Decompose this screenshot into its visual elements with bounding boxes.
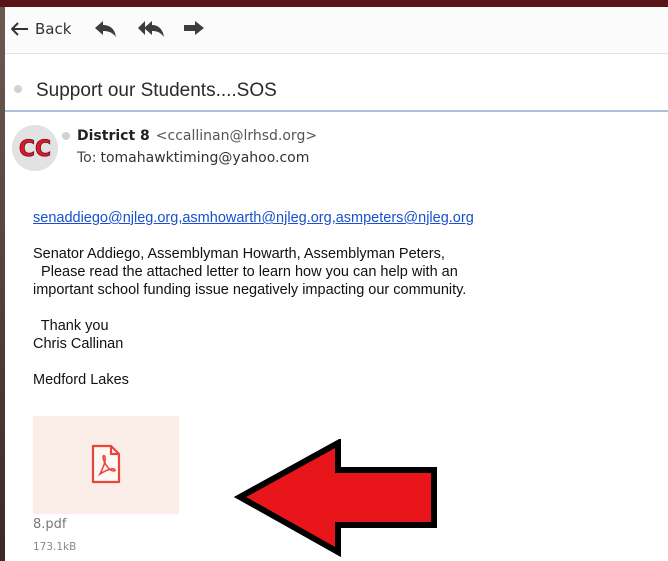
mail-toolbar: Back (5, 7, 668, 54)
cc-logo-icon: CC (12, 125, 58, 171)
back-label: Back (35, 20, 72, 38)
email-link-howarth[interactable]: asmhowarth@njleg.org (182, 210, 331, 226)
arrow-left-icon (11, 22, 29, 36)
email-link-peters[interactable]: asmpeters@njleg.org (336, 210, 474, 226)
sender-line: District 8 <ccallinan@lrhsd.org> (77, 128, 317, 144)
attachment-name[interactable]: 8.pdf (33, 517, 66, 532)
body-line-2: important school funding issue negativel… (33, 282, 467, 298)
body-line-1: Please read the attached letter to learn… (33, 264, 458, 280)
signature: Chris Callinan (33, 336, 124, 352)
subject-row: Support our Students....SOS (5, 54, 668, 112)
recipient-line: To: tomahawktiming@yahoo.com (77, 150, 309, 166)
location: Medford Lakes (33, 372, 129, 388)
attachment-tile[interactable] (33, 416, 179, 514)
email-link-addiego[interactable]: senaddiego@njleg.org (33, 210, 178, 226)
mail-window: Back Support our Students....SOS CC Dist… (5, 7, 668, 561)
sender-email[interactable]: <ccallinan@lrhsd.org> (156, 128, 317, 144)
avatar[interactable]: CC (12, 125, 58, 171)
attachment-size: 173.1kB (33, 541, 77, 553)
sender-name[interactable]: District 8 (77, 128, 150, 144)
email-subject: Support our Students....SOS (36, 80, 277, 101)
sender-dot (62, 132, 70, 140)
greeting: Senator Addiego, Assemblyman Howarth, As… (33, 246, 445, 262)
back-button[interactable]: Back (11, 17, 71, 41)
reply-icon[interactable] (93, 19, 119, 39)
red-arrow-icon (234, 439, 437, 557)
pdf-icon (91, 444, 121, 484)
email-body: senaddiego@njleg.org,asmhowarth@njleg.or… (33, 209, 653, 389)
unread-dot (14, 85, 22, 93)
reply-all-icon[interactable] (137, 19, 164, 39)
closing: Thank you (33, 318, 109, 334)
forward-icon[interactable] (181, 19, 207, 39)
svg-text:CC: CC (19, 137, 51, 162)
to-address[interactable]: tomahawktiming@yahoo.com (100, 150, 309, 166)
recipient-links: senaddiego@njleg.org,asmhowarth@njleg.or… (33, 209, 653, 227)
to-label: To: (77, 150, 97, 166)
